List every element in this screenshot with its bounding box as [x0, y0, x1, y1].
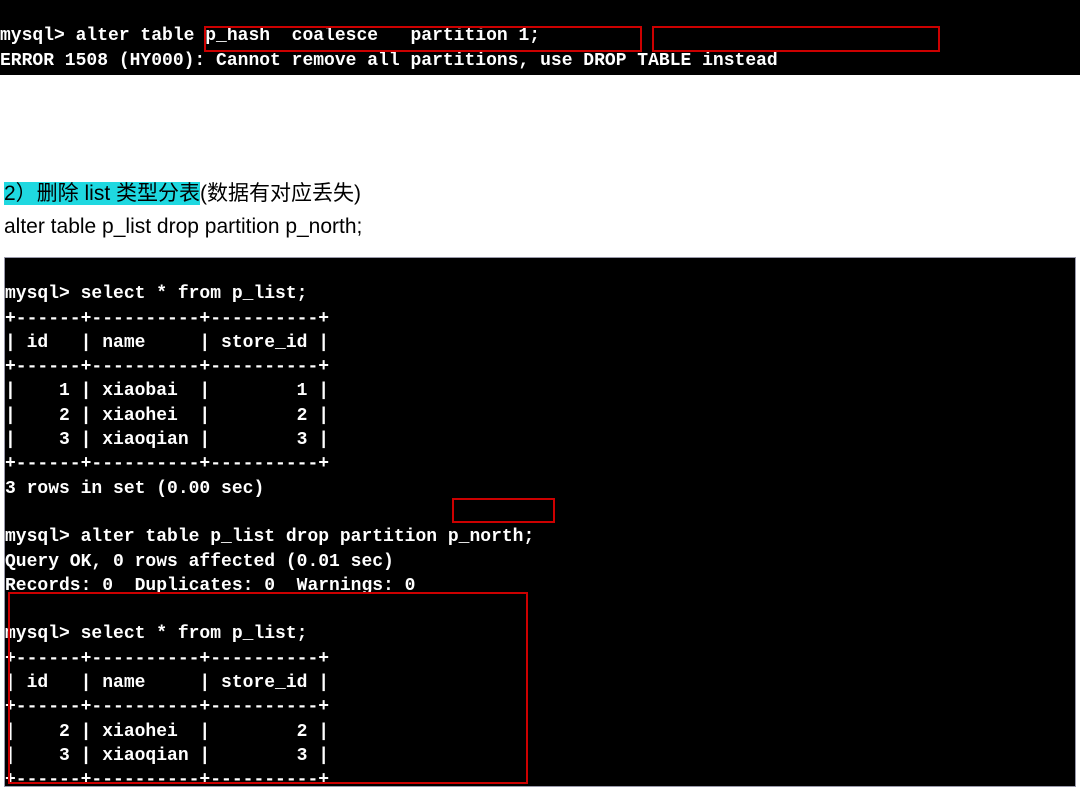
section-heading-block: 2）删除 list 类型分表(数据有对应丢失) alter table p_li… — [0, 75, 1080, 257]
highlight-box-pnorth — [452, 498, 555, 523]
heading-rest: (数据有对应丢失) — [200, 182, 361, 205]
section-heading: 2）删除 list 类型分表(数据有对应丢失) — [4, 177, 1076, 207]
highlight-box-error-msg-1 — [204, 26, 642, 52]
terminal-output-1: mysql> alter table p_hash coalesce parti… — [0, 0, 1080, 75]
term1-error-line: ERROR 1508 (HY000): Cannot remove all pa… — [0, 51, 778, 71]
sql-statement: alter table p_list drop partition p_nort… — [4, 215, 1076, 239]
highlight-box-error-msg-2 — [652, 26, 940, 52]
highlight-box-after-result — [8, 592, 528, 784]
terminal-output-2: mysql> select * from p_list; +------+---… — [4, 257, 1076, 787]
heading-highlighted: 2）删除 list 类型分表 — [4, 182, 200, 205]
